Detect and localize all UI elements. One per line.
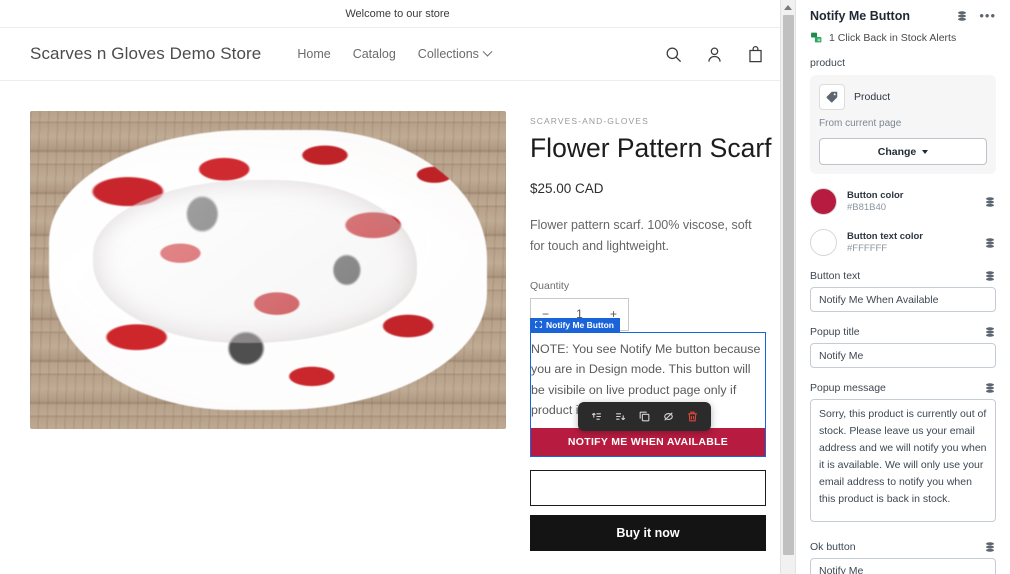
button-text-color-hex: #FFFFFF: [847, 243, 888, 254]
page-title: Flower Pattern Scarf: [530, 133, 772, 163]
block-action-toolbar[interactable]: [578, 402, 711, 431]
more-options-icon[interactable]: •••: [979, 9, 996, 22]
button-text-color-text: Button text color #FFFFFF: [847, 231, 974, 254]
move-down-button[interactable]: [610, 406, 631, 427]
notify-me-button[interactable]: NOTIFY ME WHEN AVAILABLE: [531, 428, 765, 457]
product-info: SCARVES-AND-GLOVES Flower Pattern Scarf …: [530, 111, 772, 574]
change-source-button[interactable]: Change: [819, 138, 987, 165]
source-name-label: Product: [854, 91, 891, 103]
storefront-preview: Welcome to our store Scarves n Gloves De…: [0, 0, 795, 574]
account-icon[interactable]: [705, 45, 724, 64]
delete-icon: [688, 411, 697, 422]
ok-button-field-header: Ok button: [810, 541, 996, 553]
nav-item-home[interactable]: Home: [297, 47, 330, 61]
preview-scrollbar[interactable]: [780, 0, 795, 574]
popup-title-field-header: Popup title: [810, 326, 996, 338]
theme-editor: Welcome to our store Scarves n Gloves De…: [0, 0, 1010, 574]
panel-header-icons: •••: [956, 9, 996, 22]
ok-button-field-label: Ok button: [810, 541, 856, 553]
nav-label: Catalog: [352, 47, 396, 61]
search-icon[interactable]: [664, 45, 683, 64]
button-color-text: Button color #B81B40: [847, 190, 974, 213]
product-vendor[interactable]: SCARVES-AND-GLOVES: [530, 116, 766, 126]
chevron-down-icon: [482, 46, 493, 57]
cart-icon[interactable]: [746, 45, 765, 64]
popup-message-field-label: Popup message: [810, 382, 886, 394]
announcement-text: Welcome to our store: [345, 7, 450, 20]
button-color-label: Button color: [847, 190, 904, 201]
scroll-up-button[interactable]: [781, 0, 795, 15]
scrollbar-thumb[interactable]: [783, 15, 794, 555]
main-nav: Home Catalog Collections: [297, 46, 493, 61]
move-up-button[interactable]: [586, 406, 607, 427]
header-icons: [664, 45, 765, 64]
app-attribution[interactable]: 1 Click Back in Stock Alerts: [810, 31, 996, 44]
panel-header: Notify Me Button •••: [810, 9, 996, 23]
delete-button[interactable]: [682, 406, 703, 427]
nav-label: Home: [297, 47, 331, 61]
dynamic-source-icon[interactable]: [956, 10, 968, 22]
product-price: $25.00 CAD: [530, 180, 604, 196]
dynamic-source-icon[interactable]: [984, 382, 996, 394]
button-text-color-label: Button text color: [847, 231, 923, 242]
product-gallery: [30, 111, 506, 574]
product-description: Flower pattern scarf. 100% viscose, soft…: [530, 217, 752, 254]
dynamic-source-icon[interactable]: [984, 326, 996, 338]
button-text-field-label: Button text: [810, 270, 861, 282]
app-logo-icon: [811, 32, 822, 43]
product-section: SCARVES-AND-GLOVES Flower Pattern Scarf …: [0, 81, 795, 574]
button-color-hex: #B81B40: [847, 202, 887, 213]
button-text-color-row[interactable]: Button text color #FFFFFF: [810, 229, 996, 256]
popup-title-field-label: Popup title: [810, 326, 860, 338]
button-text-field-header: Button text: [810, 270, 996, 282]
button-color-swatch[interactable]: [810, 188, 837, 215]
product-source-card: Product From current page Change: [810, 75, 996, 174]
change-button-label: Change: [877, 145, 917, 158]
block-settings-panel: Notify Me Button ••• 1 Click Back in Sto…: [795, 0, 1010, 574]
notify-me-block[interactable]: NOTE: You see Notify Me button because y…: [530, 331, 766, 458]
buy-it-now-button[interactable]: Buy it now: [530, 515, 766, 552]
triangle-up-icon: [784, 5, 792, 10]
hide-button[interactable]: [658, 406, 679, 427]
move-up-icon: [591, 412, 601, 420]
panel-title: Notify Me Button: [810, 9, 910, 23]
dynamic-source-icon[interactable]: [984, 237, 996, 249]
product-icon-wrapper: [819, 84, 845, 110]
block-handle-icon: [535, 321, 542, 329]
nav-label: Collections: [417, 47, 479, 61]
selected-block-wrapper: Notify Me Button NOTE: You see Notify Me…: [530, 317, 766, 458]
button-text-color-swatch[interactable]: [810, 229, 837, 256]
product-image[interactable]: [30, 111, 506, 429]
dynamic-source-icon[interactable]: [984, 541, 996, 553]
ok-button-input[interactable]: [810, 558, 996, 574]
scarf-fold: [92, 180, 417, 343]
dynamic-source-icon[interactable]: [984, 270, 996, 282]
nav-item-collections[interactable]: Collections: [417, 46, 493, 61]
hide-icon: [664, 412, 673, 421]
product-tag-icon: [826, 91, 838, 103]
announcement-bar: Welcome to our store: [0, 0, 795, 28]
nav-item-catalog[interactable]: Catalog: [353, 47, 396, 61]
button-color-row[interactable]: Button color #B81B40: [810, 188, 996, 215]
popup-message-field-header: Popup message: [810, 382, 996, 394]
popup-title-input[interactable]: [810, 343, 996, 368]
chevron-down-icon: [922, 149, 929, 154]
quantity-label: Quantity: [530, 279, 570, 292]
move-down-icon: [616, 413, 626, 421]
selection-badge-label: Notify Me Button: [546, 319, 614, 330]
selection-badge: Notify Me Button: [530, 317, 620, 333]
button-text-input[interactable]: [810, 287, 996, 312]
source-origin-label: From current page: [819, 118, 902, 129]
scarf-graphic: [49, 130, 487, 410]
source-card-top: Product: [819, 84, 987, 110]
add-to-cart-button[interactable]: [530, 470, 766, 507]
popup-message-textarea[interactable]: [810, 399, 996, 522]
duplicate-button[interactable]: [634, 406, 655, 427]
dynamic-source-icon[interactable]: [984, 196, 996, 208]
duplicate-icon: [639, 411, 650, 422]
source-section-label: product: [810, 57, 846, 69]
store-logo-text[interactable]: Scarves n Gloves Demo Store: [30, 44, 261, 64]
app-name-label: 1 Click Back in Stock Alerts: [829, 31, 957, 44]
store-header: Scarves n Gloves Demo Store Home Catalog…: [0, 28, 795, 81]
